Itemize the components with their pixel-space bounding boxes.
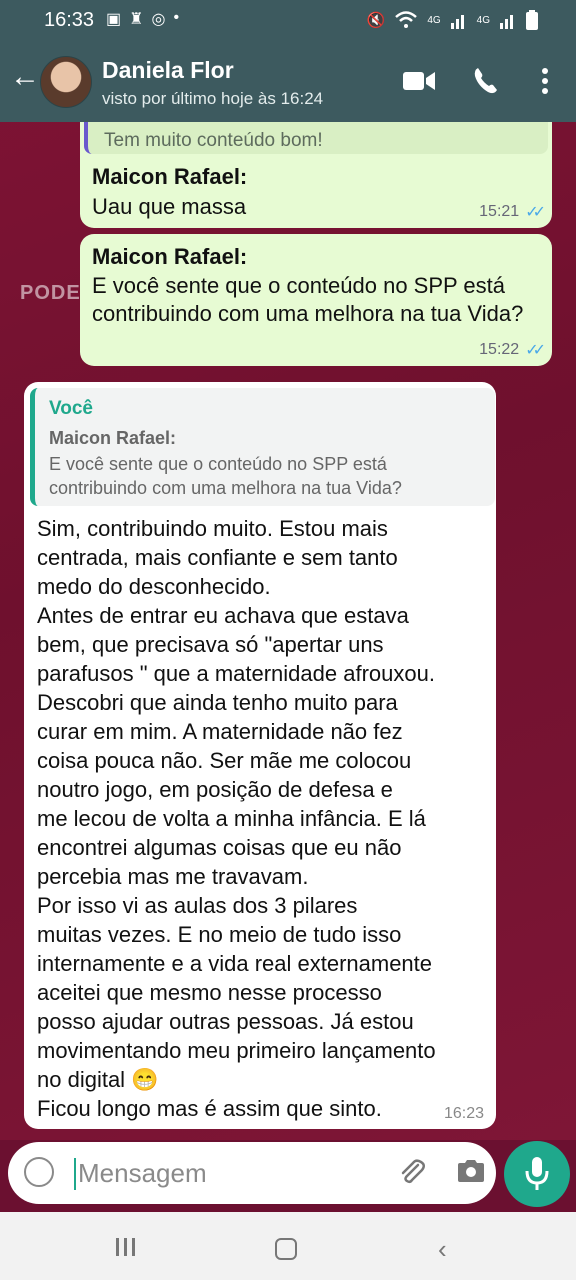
message-time: 15:21: [479, 203, 520, 220]
chat-header: ← Daniela Flor visto por último hoje às …: [0, 40, 576, 122]
chat-area[interactable]: PODE Tem muito conteúdo bom! Maicon Rafa…: [0, 122, 576, 1140]
camera-icon[interactable]: [456, 1158, 486, 1184]
signal-icon-2: [500, 15, 513, 29]
message-text: Sim, contribuindo muito. Estou mais cent…: [37, 516, 436, 1121]
quote-author: Você: [49, 398, 94, 419]
quote-text: E você sente que o conteúdo no SPP está …: [49, 454, 402, 498]
text-cursor: [74, 1158, 76, 1190]
message-composer[interactable]: Mensagem: [8, 1142, 496, 1204]
system-nav-bar: ‹: [0, 1212, 576, 1280]
voice-message-button[interactable]: [504, 1141, 570, 1207]
message-bubble-outgoing[interactable]: Tem muito conteúdo bom! Maicon Rafael: U…: [80, 122, 552, 228]
status-right-icons: 🔇 4G 4G: [367, 10, 538, 30]
attach-icon[interactable]: [396, 1156, 428, 1188]
gallery-icon: ▣: [106, 11, 122, 28]
sync-icon: ◎: [151, 11, 166, 28]
read-ticks-icon: ✓✓: [525, 342, 546, 359]
battery-icon: [526, 10, 538, 30]
contact-name[interactable]: Daniela Flor: [102, 57, 234, 84]
quoted-text: Tem muito conteúdo bom!: [104, 130, 323, 151]
contact-last-seen: visto por último hoje às 16:24: [102, 89, 324, 108]
message-sender: Maicon Rafael:: [92, 164, 248, 189]
quote-sender: Maicon Rafael:: [49, 428, 177, 448]
status-bar: 16:33 ▣ ♜ ◎ • 🔇 4G 4G: [0, 0, 576, 40]
contact-avatar[interactable]: [40, 56, 92, 108]
message-sender: Maicon Rafael:: [92, 244, 248, 269]
wallpaper-text: PODE: [20, 282, 81, 304]
network-label-1: 4G: [427, 14, 441, 26]
quoted-message[interactable]: Tem muito conteúdo bom!: [84, 122, 548, 154]
message-meta: 16:23: [444, 1105, 484, 1123]
quoted-message[interactable]: Você Maicon Rafael: E você sente que o c…: [30, 388, 495, 506]
message-time: 15:22: [479, 341, 520, 358]
more-options-icon[interactable]: [540, 66, 550, 96]
keyhole-icon: ♜: [129, 11, 144, 28]
back-arrow-icon[interactable]: ←: [10, 62, 40, 92]
dot-icon: •: [173, 9, 180, 26]
message-time: 16:23: [443, 1105, 484, 1122]
network-label-2: 4G: [476, 14, 490, 26]
microphone-icon: [525, 1157, 549, 1190]
message-meta: 15:21 ✓✓: [479, 202, 546, 222]
voice-call-icon[interactable]: [472, 66, 500, 96]
message-bubble-incoming[interactable]: Você Maicon Rafael: E você sente que o c…: [24, 382, 496, 1129]
signal-icon: [450, 15, 464, 29]
home-icon[interactable]: [275, 1238, 297, 1260]
emoji-icon[interactable]: [24, 1157, 54, 1187]
message-text: Uau que massa: [92, 194, 247, 219]
read-ticks-icon: ✓✓: [525, 204, 546, 221]
mute-icon: 🔇: [366, 12, 386, 29]
recent-apps-icon[interactable]: [114, 1236, 138, 1258]
video-call-icon[interactable]: [402, 66, 436, 96]
status-left-icons: ▣ ♜ ◎ •: [106, 9, 179, 29]
wifi-icon: [395, 11, 418, 28]
message-input[interactable]: Mensagem: [78, 1158, 207, 1189]
back-nav-icon[interactable]: ‹: [438, 1234, 447, 1265]
message-meta: 15:22 ✓✓: [479, 340, 546, 360]
status-time: 16:33: [44, 9, 95, 31]
message-bubble-outgoing[interactable]: Maicon Rafael: E você sente que o conteú…: [80, 234, 552, 366]
message-text: E você sente que o conteúdo no SPP está …: [92, 273, 524, 326]
